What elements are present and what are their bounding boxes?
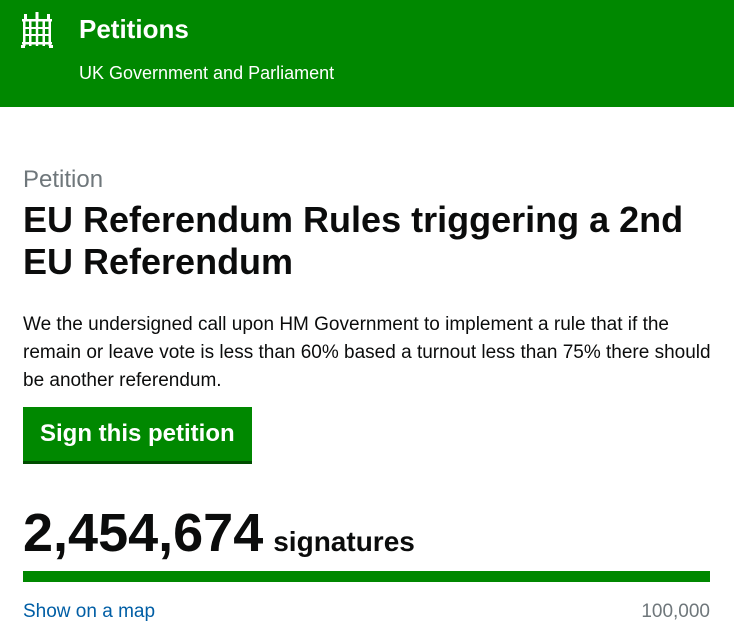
sign-petition-button[interactable]: Sign this petition	[23, 407, 252, 461]
signature-count-label: signatures	[273, 526, 415, 557]
site-subtitle: UK Government and Parliament	[79, 63, 335, 83]
signature-count-row: 2,454,674 signatures	[23, 500, 415, 566]
signature-progress-bar	[23, 571, 710, 582]
signature-count: 2,454,674	[23, 503, 264, 563]
signature-threshold: 100,000	[641, 601, 710, 622]
petition-kicker: Petition	[23, 166, 104, 193]
show-on-map-link[interactable]: Show on a map	[23, 599, 155, 625]
petition-title: EU Referendum Rules triggering a 2nd EU …	[23, 199, 684, 282]
petition-description: We the undersigned call upon HM Governme…	[23, 314, 711, 391]
site-title-link[interactable]: Petitions	[79, 13, 189, 45]
site-header: Petitions UK Government and Parliament	[0, 0, 734, 107]
signature-progress-fill	[23, 571, 710, 582]
portcullis-icon[interactable]	[20, 12, 54, 48]
